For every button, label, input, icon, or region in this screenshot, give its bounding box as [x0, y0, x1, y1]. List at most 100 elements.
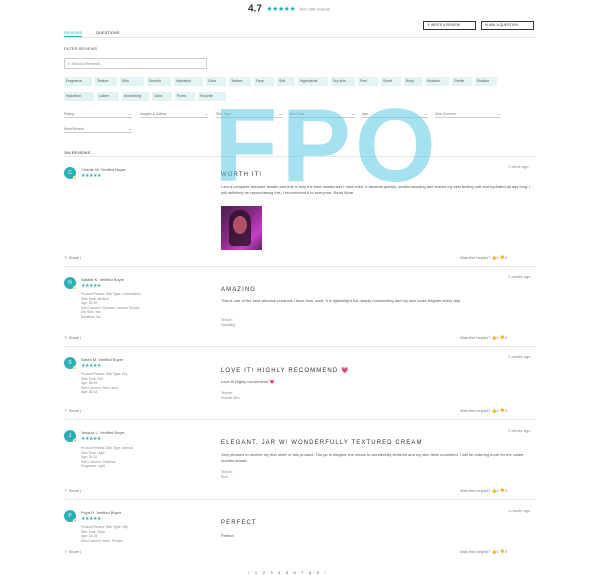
select-label: Rating [64, 112, 75, 116]
review-date: 2 weeks ago [508, 354, 531, 359]
review-stars: ★★★★★ [81, 363, 101, 369]
search-input[interactable]: ⌕ Search Reviews [64, 58, 207, 69]
filter-chip[interactable]: Glow [152, 92, 172, 101]
review-divider [64, 419, 536, 420]
share-label: Share [68, 335, 80, 340]
filter-chip[interactable]: Smooth [147, 77, 171, 86]
reviewer-attributes: Product Review: Skin Type: Oily Skin Ton… [81, 525, 201, 543]
share-link[interactable]: ⇪ Share | [64, 549, 81, 554]
share-link[interactable]: ⇪ Share | [64, 255, 81, 260]
share-icon: ⇪ [64, 255, 68, 260]
filter-chip[interactable]: Skin [120, 77, 144, 86]
down-count: 0 [504, 408, 507, 413]
up-count: 0 [496, 488, 499, 493]
select-skin-concern[interactable]: Skin Concern ⌄ [435, 110, 501, 118]
review-title: ELEGANT, JAR W/ WONDERFULLY TEXTURED CRE… [221, 440, 423, 446]
fpo-watermark: FPO [214, 88, 440, 204]
extra-value: Rich [221, 474, 228, 479]
select-label: Images & Videos [140, 112, 167, 116]
reviewer-name: Jessica L. Verified Buyer [81, 430, 125, 435]
pagination[interactable]: ‹ 1 2 3 4 5 6 7 8 9 › [248, 570, 328, 575]
up-count: 0 [496, 408, 499, 413]
helpful-votes: Was this helpful? 👍0 👎0 [460, 549, 507, 554]
filter-chip[interactable]: Glow [206, 77, 226, 86]
ask-question-button[interactable]: ✉ ASK A QUESTION [481, 21, 534, 30]
down-count: 0 [504, 255, 507, 260]
chevron-down-icon: ⌄ [497, 111, 501, 116]
extra-value: Hydrating [221, 322, 236, 327]
avatar-initial: N [68, 280, 72, 286]
review-body: Love it! Highly recommend 💗 [221, 379, 275, 384]
up-count: 0 [496, 335, 499, 340]
share-label: Share [68, 255, 80, 260]
share-link[interactable]: ⇪ Share | [64, 488, 81, 493]
helpful-label: Was this helpful? [460, 549, 491, 554]
filter-chip[interactable]: Soft [277, 77, 295, 86]
attribute-line: Age: 35-44 [81, 390, 98, 394]
tab-reviews[interactable]: REVIEWS [64, 30, 83, 37]
avatar-initial: C [68, 170, 72, 176]
review-extra: Texture: Hydrating [221, 318, 235, 327]
review-date: 3 weeks ago [508, 428, 531, 433]
reviewer-attributes: Product Review: Skin Type: Dry Skin Tone… [81, 372, 201, 395]
helpful-votes: Was this helpful? 👍0 👎0 [460, 488, 507, 493]
filter-chip[interactable]: Fragrance [64, 77, 92, 86]
review-date: 2 weeks ago [508, 274, 531, 279]
filter-chip[interactable]: Nourishing [122, 92, 149, 101]
filter-chip[interactable]: Scent [381, 77, 401, 86]
share-link[interactable]: ⇪ Share | [64, 408, 81, 413]
filter-chip[interactable]: Feel [358, 77, 378, 86]
write-review-button[interactable]: ✎ WRITE A REVIEW [423, 21, 476, 30]
photo-face [233, 216, 247, 234]
filter-chip[interactable]: Hydration [174, 77, 203, 86]
review-divider [64, 346, 536, 347]
reviewer-attributes: Product Review: Skin Type: Combination S… [81, 292, 201, 319]
up-count: 0 [496, 549, 499, 554]
filter-chip[interactable]: Body [404, 77, 422, 86]
filter-chip[interactable]: Moisture [425, 77, 449, 86]
filter-chip[interactable]: Face [254, 77, 274, 86]
verified-badge [73, 286, 77, 290]
review-title: LOVE IT! HIGHLY RECOMMEND 💗 [221, 368, 350, 374]
filter-chip[interactable]: Pores [175, 92, 195, 101]
review-extra: Texture: Rich [221, 470, 233, 479]
share-label: Share [68, 408, 80, 413]
select-label: Most Recent [64, 127, 84, 131]
review-divider [64, 499, 536, 500]
filter-chip[interactable]: Hydration [64, 92, 94, 101]
tab-questions[interactable]: QUESTIONS [96, 30, 120, 35]
filter-chip[interactable]: Texture [95, 77, 117, 86]
helpful-label: Was this helpful? [460, 408, 491, 413]
filter-chip[interactable]: Gentle [452, 77, 472, 86]
helpful-votes: Was this helpful? 👍0 👎0 [460, 408, 507, 413]
select-images-videos[interactable]: Images & Videos ⌄ [140, 110, 208, 118]
helpful-votes: Was this helpful? 👍0 👎0 [460, 335, 507, 340]
share-link[interactable]: ⇪ Share | [64, 335, 81, 340]
review-body: Perfect [221, 533, 234, 538]
down-count: 0 [504, 549, 507, 554]
search-icon: ⌕ [68, 61, 71, 66]
reviews-count: 266 REVIEWS [64, 150, 91, 155]
helpful-label: Was this helpful? [460, 255, 491, 260]
filter-chip[interactable]: Ingredients [298, 77, 328, 86]
attribute-line: Sensitive: No [81, 314, 101, 319]
share-icon: ⇪ [64, 408, 68, 413]
filter-chip[interactable]: Lather [97, 92, 119, 101]
share-icon: ⇪ [64, 488, 68, 493]
filter-chip[interactable]: Texture [229, 77, 251, 86]
share-label: Share [68, 488, 80, 493]
rating-summary: 4.7 ★★★★★ from 266 reviews [248, 0, 330, 14]
share-icon: ⇪ [64, 549, 68, 554]
average-rating: 4.7 [248, 3, 262, 15]
filter-chip[interactable]: Routine [475, 77, 497, 86]
review-photo[interactable] [221, 206, 262, 250]
avatar: N [64, 277, 77, 290]
avatar-initial: P [68, 513, 72, 519]
sort-select[interactable]: Most Recent ⌄ [64, 125, 132, 133]
review-extra: Texture: Smooth Skin [221, 391, 240, 400]
share-icon: ⇪ [64, 335, 68, 340]
filter-chip[interactable]: Dry skin [331, 77, 355, 86]
select-rating[interactable]: Rating ⌄ [64, 110, 132, 118]
helpful-votes: Was this helpful? 👍0 👎0 [460, 255, 507, 260]
rating-stars: ★★★★★ [266, 5, 296, 13]
